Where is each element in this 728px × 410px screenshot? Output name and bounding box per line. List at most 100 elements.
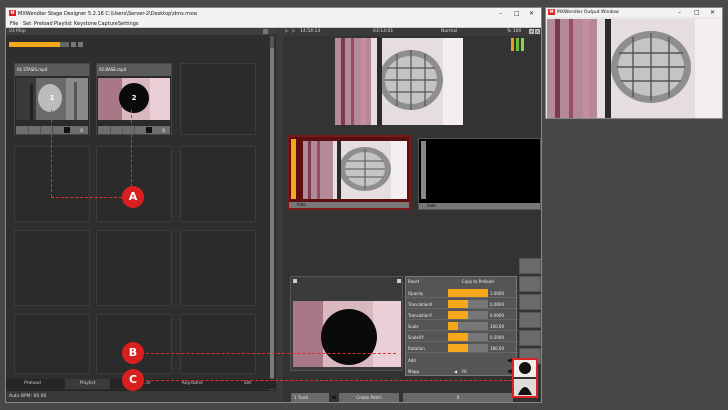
- clip-stop-button-2[interactable]: [146, 127, 152, 133]
- add-row[interactable]: Add: [406, 355, 518, 365]
- property-row[interactable]: ScaleXY 0.5000: [406, 332, 518, 342]
- clip-slot-4[interactable]: [14, 146, 90, 222]
- property-slider[interactable]: [448, 311, 488, 319]
- menu-playlist[interactable]: Playlist: [54, 21, 72, 27]
- mapping-row[interactable]: Mapp. ◀ Fit: [406, 366, 518, 376]
- property-slider[interactable]: [448, 300, 488, 308]
- scrollbar-thumb[interactable]: [270, 48, 274, 378]
- deck-b[interactable]: fade: [418, 138, 541, 210]
- deck-b-fader[interactable]: [421, 141, 426, 199]
- track-button[interactable]: 1 Track: [291, 393, 329, 402]
- menu-keystone[interactable]: Keystone: [74, 21, 97, 27]
- map-progress-bar[interactable]: [9, 42, 69, 47]
- add-label[interactable]: Add: [408, 358, 416, 363]
- clip-grid-scrollbar[interactable]: [270, 36, 274, 401]
- clip-slot-10[interactable]: [14, 314, 90, 374]
- blend-mode[interactable]: Normal: [441, 29, 457, 34]
- clip-stop-button-1[interactable]: [64, 127, 70, 133]
- clip-slot-7[interactable]: [14, 230, 90, 306]
- copy-to-preload-button[interactable]: Copy to Preload: [462, 279, 494, 284]
- menu-capture[interactable]: Capture: [98, 21, 118, 27]
- clip-slot-6[interactable]: [180, 146, 256, 222]
- close-icon[interactable]: ✕: [529, 10, 534, 17]
- menu-settings[interactable]: Settings: [118, 21, 139, 27]
- layer-thumbnail-1[interactable]: [514, 360, 536, 377]
- property-row[interactable]: Scale 100.00: [406, 321, 518, 331]
- clip-slot-3[interactable]: [180, 63, 256, 135]
- menu-preload[interactable]: Preload: [34, 21, 53, 27]
- property-label: Scale: [408, 324, 419, 329]
- layer-handle-icon-right[interactable]: [397, 279, 401, 283]
- layer-button-5[interactable]: [519, 330, 541, 346]
- property-row[interactable]: TranslationY 0.0000: [406, 310, 518, 320]
- clip-slot-1[interactable]: 01.STASIS.mp4 1 X: [14, 63, 90, 135]
- minimize-icon[interactable]: –: [499, 10, 502, 17]
- property-row[interactable]: Rotation 180.00: [406, 343, 518, 353]
- tab-playlist[interactable]: Playlist: [65, 379, 110, 389]
- deck-a-label[interactable]: fade: [297, 202, 306, 207]
- close-view-icon[interactable]: ×: [535, 29, 540, 34]
- clip-slot-5[interactable]: [96, 146, 172, 222]
- layer-handle-icon[interactable]: [293, 279, 297, 283]
- add-icon[interactable]: +: [529, 29, 534, 34]
- panel-menu-icon[interactable]: [263, 29, 268, 34]
- play-icon[interactable]: ▷: [285, 29, 288, 34]
- deck-a-preview[interactable]: [303, 141, 407, 199]
- menu-file[interactable]: File: [10, 21, 18, 27]
- maximize-icon[interactable]: □: [514, 10, 520, 17]
- clip-slot-2[interactable]: 02.BASE.mp4 2 X: [96, 63, 172, 135]
- property-row[interactable]: TranslationX 0.0000: [406, 299, 518, 309]
- mapping-next-icon[interactable]: ◀: [507, 368, 512, 375]
- property-slider[interactable]: [448, 344, 488, 352]
- layer-button-3[interactable]: [519, 294, 541, 310]
- progress-end-icon[interactable]: [71, 42, 76, 47]
- deck-a[interactable]: fade: [287, 135, 411, 210]
- layer-button-1[interactable]: [519, 258, 541, 274]
- main-preview[interactable]: [335, 38, 463, 125]
- clip-slot-9[interactable]: [180, 230, 256, 306]
- layer-button-2[interactable]: [519, 276, 541, 292]
- deck-b-label[interactable]: fade: [427, 203, 436, 208]
- property-value[interactable]: 0.0000: [490, 302, 504, 307]
- property-value[interactable]: 100.00: [490, 324, 504, 329]
- output-close-icon[interactable]: ✕: [710, 9, 715, 16]
- progress-menu-icon[interactable]: [78, 42, 83, 47]
- property-slider[interactable]: [448, 322, 488, 330]
- menu-bar: File Set Preload Playlist Keystone Captu…: [6, 19, 541, 28]
- property-slider[interactable]: [448, 333, 488, 341]
- property-slider[interactable]: [448, 289, 488, 297]
- clip-slot-8[interactable]: [96, 230, 172, 306]
- add-arrow-icon[interactable]: ◀: [507, 357, 512, 364]
- clip-slot-12[interactable]: [180, 314, 256, 374]
- clip-thumbnail-2[interactable]: 2: [98, 78, 170, 120]
- layer-preview[interactable]: [290, 276, 403, 371]
- pause-icon[interactable]: ▷: [292, 29, 295, 34]
- property-value[interactable]: 1.0000: [490, 291, 504, 296]
- mapping-value[interactable]: Fit: [462, 369, 467, 374]
- clip-delete-button-1[interactable]: X: [80, 128, 83, 133]
- layer-button-4[interactable]: [519, 312, 541, 328]
- clip-delete-button-2[interactable]: X: [162, 128, 165, 133]
- tab-preload[interactable]: Preload: [10, 379, 55, 389]
- track-prev-icon[interactable]: ◀: [331, 394, 336, 401]
- property-value[interactable]: 180.00: [490, 346, 504, 351]
- property-label: ScaleXY: [408, 335, 424, 340]
- output-minimize-icon[interactable]: –: [678, 9, 681, 16]
- property-fill: [448, 311, 468, 319]
- menu-set[interactable]: Set: [23, 21, 31, 27]
- close-patch-button[interactable]: X: [403, 393, 513, 402]
- output-maximize-icon[interactable]: □: [694, 9, 700, 16]
- create-patch-button[interactable]: Create Patch: [339, 393, 399, 402]
- property-label: TranslationX: [408, 302, 433, 307]
- property-row[interactable]: Opacity 1.0000: [406, 288, 518, 298]
- clip-thumbnail-1[interactable]: 1: [16, 78, 88, 120]
- bpm-readout[interactable]: Auto BPM: 60.00: [9, 394, 46, 399]
- layer-preview-image[interactable]: [293, 301, 401, 367]
- deck-a-fader[interactable]: [291, 139, 296, 199]
- zoom-percent[interactable]: % 100: [507, 29, 521, 34]
- property-value[interactable]: 0.5000: [490, 335, 504, 340]
- property-value[interactable]: 0.0000: [490, 313, 504, 318]
- reset-button[interactable]: Reset: [408, 279, 419, 284]
- layer-thumbnail-2[interactable]: [514, 379, 536, 396]
- mapping-prev-icon[interactable]: ◀: [454, 369, 457, 374]
